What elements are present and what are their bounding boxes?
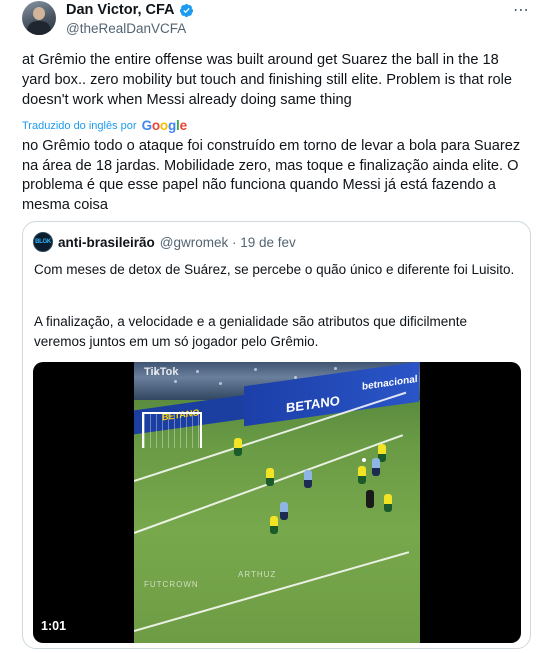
goal-net — [142, 412, 202, 448]
quoted-tweet-paragraph-2: A finalização, a velocidade e a genialid… — [34, 314, 468, 349]
player — [234, 438, 242, 456]
quoted-avatar-text: BLGK — [35, 239, 51, 245]
translated-label: Traduzido do inglês por — [22, 119, 137, 132]
quoted-tweet-paragraph-1: Com meses de detox de Suárez, se percebe… — [34, 262, 515, 277]
quoted-author-name: anti-brasileirão — [58, 234, 155, 250]
player — [358, 466, 366, 484]
author-name-row: Dan Victor, CFA — [66, 2, 194, 18]
ball — [362, 458, 366, 462]
ad-board-betano: BETANO — [286, 392, 340, 416]
tweet-text: at Grêmio the entire offense was built a… — [22, 52, 512, 108]
more-options-icon[interactable]: ⋯ — [513, 3, 530, 19]
google-logo: Google — [141, 118, 188, 133]
quoted-author-avatar: BLGK — [33, 232, 53, 252]
player — [366, 490, 374, 508]
pitch-line — [134, 551, 410, 632]
player — [266, 468, 274, 486]
player — [384, 494, 392, 512]
quoted-tweet-card[interactable]: BLGK anti-brasileirão @gwromek · 19 de f… — [22, 221, 531, 649]
watermark-arthuz: ARTHUZ — [238, 570, 277, 579]
tweet-header: Dan Victor, CFA @theRealDanVCFA ⋯ — [22, 0, 532, 44]
quoted-author-meta: @gwromek · 19 de fev — [159, 234, 296, 250]
author-handle[interactable]: @theRealDanVCFA — [66, 21, 186, 36]
video-player[interactable]: BETANO BETANO betnacional TikTok ARTHUZ … — [33, 362, 521, 643]
quoted-tweet-header: BLGK anti-brasileirão @gwromek · 19 de f… — [33, 232, 296, 252]
ad-board-betnacional: betnacional — [362, 373, 418, 393]
author-avatar[interactable] — [22, 1, 56, 35]
video-duration: 1:01 — [41, 619, 67, 633]
player — [304, 470, 312, 488]
player — [280, 502, 288, 520]
watermark-futcrown: FUTCROWN — [144, 580, 199, 589]
player — [372, 458, 380, 476]
video-frame: BETANO BETANO betnacional TikTok ARTHUZ … — [134, 362, 420, 643]
player — [270, 516, 278, 534]
tiktok-watermark: TikTok — [144, 366, 179, 378]
avatar-body — [27, 21, 51, 35]
verified-badge-icon — [179, 3, 193, 17]
translation-attribution[interactable]: Traduzido do inglês por Google — [22, 118, 187, 133]
author-name[interactable]: Dan Victor, CFA — [66, 2, 175, 18]
avatar-head — [33, 7, 45, 20]
translated-text: no Grêmio todo o ataque foi construído e… — [22, 138, 521, 213]
